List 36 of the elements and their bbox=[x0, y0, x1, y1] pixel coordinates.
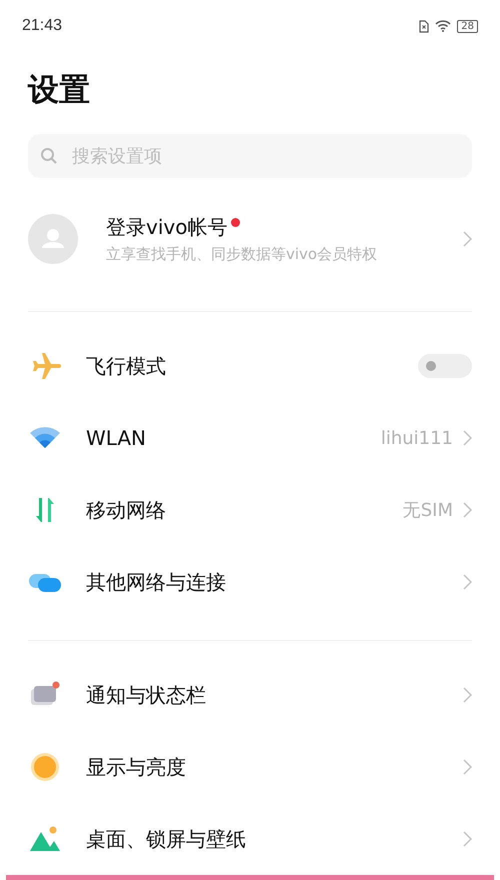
item-label: 通知与状态栏 bbox=[86, 682, 206, 708]
chevron-icon bbox=[463, 502, 472, 518]
settings-item[interactable]: 飞行模式 bbox=[28, 330, 472, 402]
chevron-icon bbox=[463, 430, 472, 446]
chevron-icon bbox=[463, 230, 472, 247]
chevron-icon bbox=[463, 759, 472, 775]
account-row[interactable]: 登录vivo帐号 立享查找手机、同步数据等vivo会员特权 bbox=[28, 188, 472, 290]
item-label: 飞行模式 bbox=[86, 352, 166, 380]
sun-icon bbox=[28, 751, 62, 783]
airplane-mode-toggle[interactable] bbox=[418, 354, 472, 378]
avatar-icon bbox=[28, 214, 78, 264]
settings-item[interactable]: 通知与状态栏 bbox=[28, 659, 472, 731]
item-value: lihui111 bbox=[380, 428, 453, 449]
settings-item[interactable]: 移动网络 无SIM bbox=[28, 474, 472, 546]
item-label: WLAN bbox=[86, 426, 146, 450]
item-label: 其他网络与连接 bbox=[86, 568, 226, 596]
search-icon bbox=[40, 147, 58, 166]
no-sim-icon bbox=[419, 20, 430, 33]
account-name: 登录vivo帐号 bbox=[106, 214, 228, 241]
search-field[interactable]: 搜索设置项 bbox=[28, 134, 472, 178]
battery-indicator: 28 bbox=[457, 20, 478, 33]
item-label: 桌面、锁屏与壁纸 bbox=[86, 826, 246, 852]
settings-item[interactable]: 桌面、锁屏与壁纸 bbox=[28, 803, 472, 875]
chevron-icon bbox=[463, 574, 472, 590]
item-label: 显示与亮度 bbox=[86, 754, 186, 780]
chevron-icon bbox=[463, 831, 472, 847]
status-time: 21:43 bbox=[22, 17, 62, 36]
settings-item[interactable]: WLAN lihui111 bbox=[28, 402, 472, 474]
wifi-signal-icon bbox=[435, 20, 452, 32]
settings-item[interactable]: 其他网络与连接 bbox=[28, 546, 472, 618]
account-subtitle: 立享查找手机、同步数据等vivo会员特权 bbox=[106, 244, 378, 264]
settings-item[interactable]: 显示与亮度 bbox=[28, 731, 472, 803]
item-label: 移动网络 bbox=[86, 496, 166, 524]
chevron-icon bbox=[463, 687, 472, 703]
page-title: 设置 bbox=[28, 71, 91, 110]
item-value: 无SIM bbox=[402, 499, 453, 522]
